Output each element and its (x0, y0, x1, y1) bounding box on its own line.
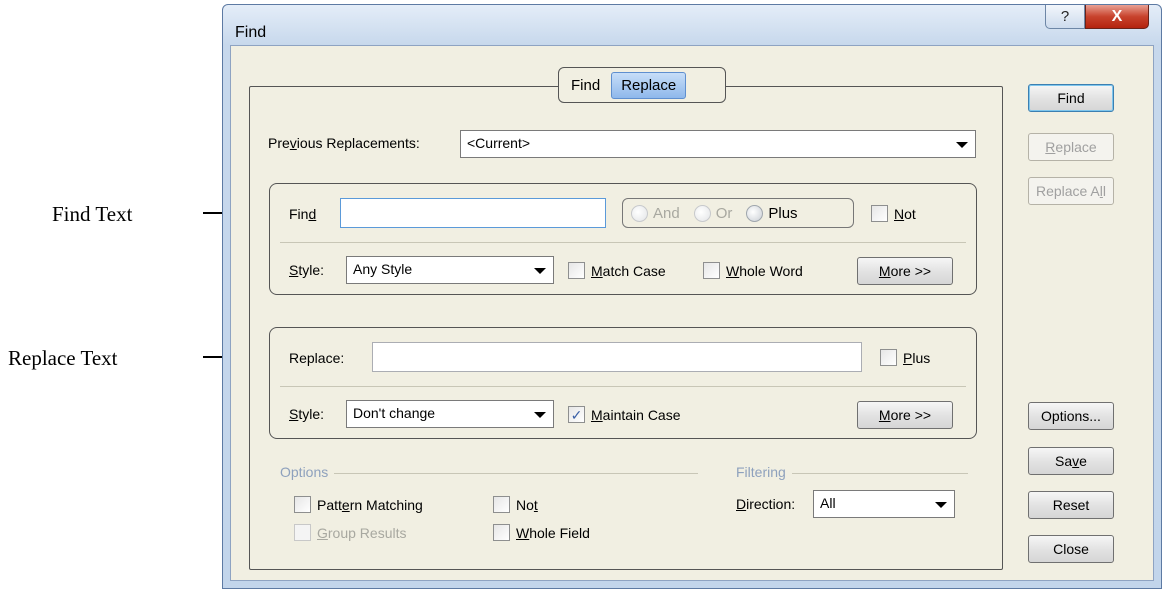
find-style-value: Any Style (353, 261, 413, 277)
match-case-checkbox[interactable]: Match Case (568, 262, 666, 279)
checkmark-icon: ✓ (568, 406, 585, 423)
options-not-checkbox[interactable]: Not (493, 496, 538, 513)
checkbox-icon (294, 496, 311, 513)
chevron-down-icon (956, 142, 968, 148)
options-button[interactable]: Options... (1028, 402, 1114, 430)
previous-replacements-label: Previous Replacements: (268, 135, 420, 151)
find-group: Find And Or Plus Not Style: Any Style Ma… (269, 183, 977, 295)
close-icon: X (1111, 7, 1123, 25)
find-label: Find (289, 206, 317, 222)
or-radio[interactable]: Or (693, 204, 732, 222)
maintain-case-checkbox[interactable]: ✓ Maintain Case (568, 406, 681, 423)
dialog-body: Find Replace Previous Replacements: <Cur… (230, 45, 1154, 581)
find-button[interactable]: Find (1028, 84, 1114, 112)
replace-group-divider (280, 386, 966, 387)
replace-style-select[interactable]: Don't change (346, 400, 554, 428)
checkbox-icon (871, 205, 888, 222)
previous-replacements-value: <Current> (467, 135, 531, 151)
replace-text-annotation: Replace Text (8, 346, 118, 370)
chevron-down-icon (935, 502, 947, 508)
replace-text-input[interactable] (372, 342, 862, 372)
close-button[interactable]: Close (1028, 535, 1114, 563)
replace-style-value: Don't change (353, 405, 436, 421)
direction-label: Direction: (736, 496, 796, 512)
radio-icon (693, 204, 711, 222)
close-window-button[interactable]: X (1085, 5, 1149, 29)
radio-icon (746, 204, 764, 222)
tab-find[interactable]: Find (562, 73, 609, 98)
find-not-checkbox[interactable]: Not (871, 205, 916, 222)
pattern-matching-checkbox[interactable]: Pattern Matching (294, 496, 423, 513)
checkbox-icon (568, 262, 585, 279)
previous-replacements-select[interactable]: <Current> (460, 130, 976, 158)
whole-field-checkbox[interactable]: Whole Field (493, 524, 590, 541)
help-icon: ? (1060, 8, 1070, 25)
filtering-title: Filtering (736, 464, 792, 480)
options-divider (280, 473, 698, 474)
help-button[interactable]: ? (1045, 5, 1085, 29)
tab-replace[interactable]: Replace (611, 71, 687, 99)
find-dialog: Find ? X Find Replace Previous Replaceme… (222, 4, 1162, 589)
find-group-divider (280, 242, 966, 243)
window-title: Find (235, 24, 267, 41)
radio-icon (631, 204, 648, 222)
find-more-button[interactable]: More >> (857, 257, 953, 285)
replace-style-label: Style: (289, 406, 325, 422)
replace-group: Replace: Plus Style: Don't change ✓ Main… (269, 327, 977, 439)
replace-button[interactable]: Replace (1028, 133, 1114, 161)
whole-word-checkbox[interactable]: Whole Word (703, 262, 803, 279)
direction-select[interactable]: All (813, 490, 955, 518)
plus-radio[interactable]: Plus (746, 204, 798, 222)
checkbox-icon (493, 496, 510, 513)
replace-plus-checkbox[interactable]: Plus (880, 349, 930, 366)
and-radio[interactable]: And (631, 204, 680, 222)
find-text-annotation: Find Text (52, 202, 133, 226)
checkbox-icon (493, 524, 510, 541)
replace-more-button[interactable]: More >> (857, 401, 953, 429)
checkbox-icon (703, 262, 720, 279)
replace-label: Replace: (289, 350, 345, 366)
save-button[interactable]: Save (1028, 447, 1114, 475)
replace-all-button[interactable]: Replace All (1028, 177, 1114, 205)
group-results-checkbox[interactable]: Group Results (294, 524, 406, 541)
title-bar[interactable]: Find ? X (223, 5, 1161, 45)
find-operator-group: And Or Plus (622, 198, 854, 228)
checkbox-icon (294, 524, 311, 541)
chevron-down-icon (534, 412, 546, 418)
options-title: Options (280, 464, 335, 480)
find-text-input[interactable] (340, 198, 606, 228)
chevron-down-icon (534, 268, 546, 274)
find-style-label: Style: (289, 262, 325, 278)
mode-tabs: Find Replace (558, 67, 726, 103)
find-replace-panel: Find Replace Previous Replacements: <Cur… (249, 67, 1003, 570)
checkbox-icon (880, 349, 897, 366)
find-style-select[interactable]: Any Style (346, 256, 554, 284)
direction-value: All (820, 495, 836, 511)
reset-button[interactable]: Reset (1028, 491, 1114, 519)
